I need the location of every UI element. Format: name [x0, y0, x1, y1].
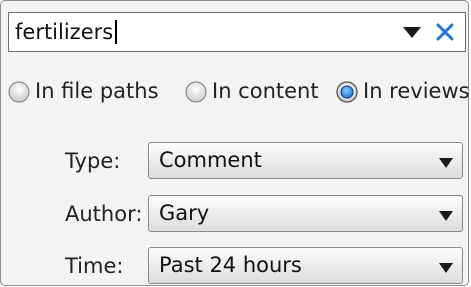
time-select[interactable]: Past 24 hours: [148, 247, 463, 284]
search-filter-panel: fertilizers In file paths In content In …: [0, 0, 471, 286]
radio-label-file-paths: In file paths: [35, 79, 159, 103]
radio-label-content: In content: [212, 79, 319, 103]
time-label: Time:: [65, 254, 124, 278]
author-label: Author:: [65, 202, 143, 226]
search-scope-radio-group: In file paths In content In reviews: [1, 78, 471, 106]
dropdown-arrow-icon[interactable]: [401, 24, 423, 40]
search-input[interactable]: fertilizers: [8, 12, 466, 52]
search-query: fertilizers: [15, 20, 114, 44]
radio-label-reviews: In reviews: [363, 79, 470, 103]
clear-search-icon[interactable]: [434, 20, 456, 44]
type-select-value: Comment: [159, 148, 262, 172]
type-label: Type:: [65, 149, 121, 173]
author-select-value: Gary: [159, 201, 210, 225]
chevron-down-icon: [439, 211, 453, 221]
author-select[interactable]: Gary: [148, 195, 463, 232]
search-input-text: fertilizers: [15, 20, 118, 44]
type-select[interactable]: Comment: [148, 142, 463, 179]
radio-unchecked-icon: [185, 81, 207, 103]
radio-checked-icon: [336, 81, 358, 103]
time-select-value: Past 24 hours: [159, 253, 302, 277]
chevron-down-icon: [439, 158, 453, 168]
text-cursor: [115, 20, 118, 44]
radio-unchecked-icon: [8, 81, 30, 103]
chevron-down-icon: [439, 263, 453, 273]
